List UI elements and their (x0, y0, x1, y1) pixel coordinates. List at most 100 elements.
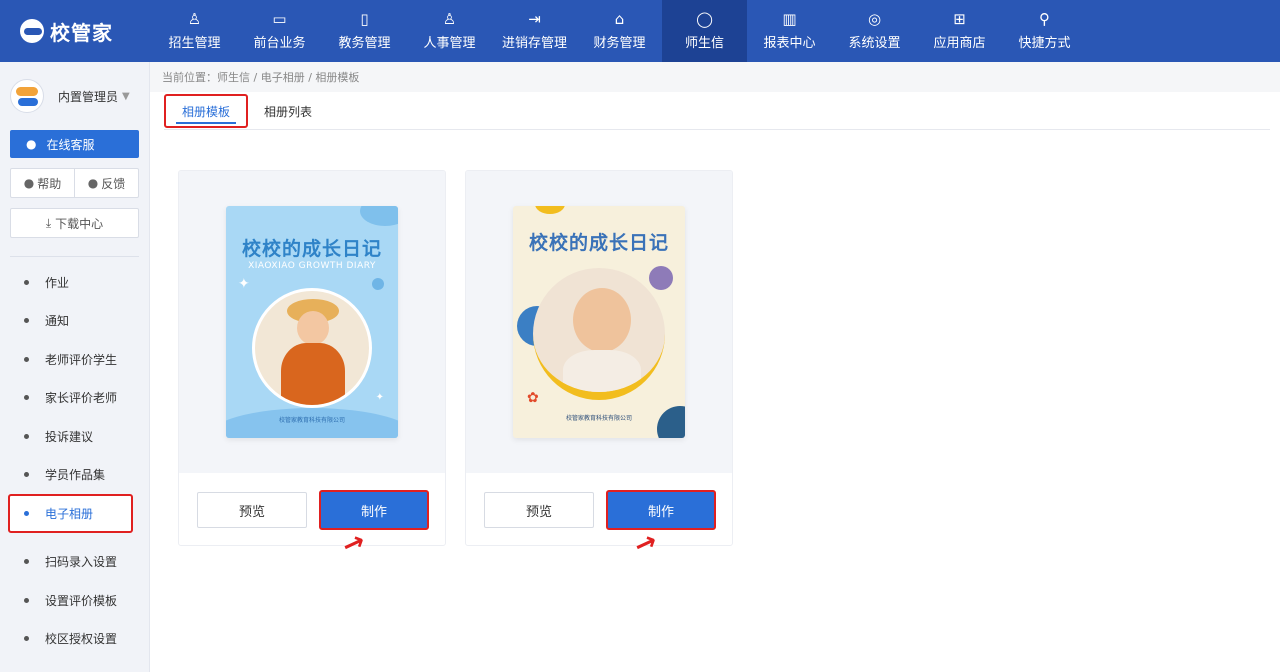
bullet-icon (24, 318, 29, 324)
nav-app-store[interactable]: ⊞ 应用商店 (917, 0, 1002, 62)
sidebar-item-label: 作业 (45, 275, 70, 290)
help-feedback-row: ● 帮助 ● 反馈 (10, 168, 139, 198)
nav-admissions[interactable]: ♙ 招生管理 (152, 0, 237, 62)
tab-album-templates[interactable]: 相册模板 (164, 94, 249, 128)
sidebar-item-teacher-review[interactable]: 老师评价学生 (0, 340, 149, 379)
nav-label: 快捷方式 (1018, 36, 1071, 51)
template-cover[interactable]: 校校的成长日记 XIAOXIAO GROWTH DIARY ✦ ✦ 校管家教育科… (226, 206, 398, 438)
template-card: 校校的成长日记 ✿ 校管家教育科技有限公司 预览 制作 (465, 170, 733, 546)
nav-hr[interactable]: ♙ 人事管理 (407, 0, 492, 62)
preview-button[interactable]: 预览 (197, 492, 307, 528)
nav-inventory[interactable]: ⇥ 进销存管理 (492, 0, 577, 62)
chat-icon: ● (26, 137, 37, 151)
sidebar-item-label: 家长评价老师 (45, 391, 118, 406)
sidebar-item-complaints[interactable]: 投诉建议 (0, 417, 149, 456)
dot-decoration (372, 278, 384, 290)
user-profile[interactable]: 内置管理员 ▼ (0, 62, 149, 130)
nav-label: 应用商店 (933, 36, 986, 51)
sidebar-item-label: 学员作品集 (45, 468, 106, 483)
feedback-icon: ● (87, 176, 99, 190)
feedback-label: 反馈 (101, 176, 126, 191)
face-shape (297, 311, 329, 345)
book-icon: ▯ (360, 10, 369, 28)
sidebar-item-notice[interactable]: 通知 (0, 302, 149, 341)
nav-academics[interactable]: ▯ 教务管理 (322, 0, 407, 62)
main-content: 当前位置：师生信 / 电子相册 / 相册模板 相册模板 相册列表 校校的成长日记… (150, 62, 1280, 672)
chat-bubble-icon: ◯ (696, 10, 713, 28)
sidebar-item-label: 校区授权设置 (45, 632, 118, 647)
money-house-icon: ⌂ (614, 10, 625, 28)
child-photo (533, 268, 665, 400)
nav-front-desk[interactable]: ▭ 前台业务 (237, 0, 322, 62)
download-icon: ⤓ (45, 215, 52, 230)
tab-album-list[interactable]: 相册列表 (248, 92, 328, 130)
help-button[interactable]: ● 帮助 (11, 169, 74, 197)
sidebar-item-label: 设置评价模板 (45, 593, 118, 608)
feedback-button[interactable]: ● 反馈 (74, 169, 138, 197)
template-preview-area: 校校的成长日记 XIAOXIAO GROWTH DIARY ✦ ✦ 校管家教育科… (179, 171, 445, 473)
sidebar-item-label: 电子相册 (45, 506, 94, 521)
avatar (10, 79, 44, 113)
inbox-arrow-icon: ⇥ (528, 10, 541, 28)
template-title: 校校的成长日记 (241, 238, 382, 260)
sidebar-item-label: 通知 (45, 314, 70, 329)
make-button[interactable]: 制作 (606, 490, 716, 530)
nav-label: 招生管理 (168, 36, 221, 51)
nav-messages[interactable]: ◯ 师生信 (662, 0, 747, 62)
nav-settings[interactable]: ◎ 系统设置 (832, 0, 917, 62)
sidebar-item-homework[interactable]: 作业 (0, 263, 149, 302)
nav-shortcuts[interactable]: ⚲ 快捷方式 (1002, 0, 1087, 62)
preview-button[interactable]: 预览 (484, 492, 594, 528)
template-actions: 预览 制作 (466, 473, 732, 545)
online-service-button[interactable]: ● 在线客服 (10, 130, 139, 158)
template-actions: 预览 制作 (179, 473, 445, 545)
bullet-icon (24, 433, 29, 439)
caret-down-icon[interactable]: ▼ (122, 91, 130, 102)
template-preview-area: 校校的成长日记 ✿ 校管家教育科技有限公司 (466, 171, 732, 473)
bullet-icon (24, 510, 29, 516)
download-center-button[interactable]: ⤓ 下载中心 (10, 208, 139, 238)
user-add-icon: ♙ (187, 10, 202, 28)
bullet-icon (24, 636, 29, 642)
nav-label: 师生信 (684, 36, 724, 51)
navy-decoration (657, 406, 685, 438)
sidebar-item-review-template[interactable]: 设置评价模板 (0, 581, 149, 620)
template-footer: 校管家教育科技有限公司 (565, 415, 632, 422)
sidebar-item-scan-settings[interactable]: 扫码录入设置 (0, 543, 149, 582)
sidebar-divider (10, 256, 139, 257)
sidebar-item-parent-review[interactable]: 家长评价老师 (0, 379, 149, 418)
sidebar-item-label: 老师评价学生 (45, 352, 118, 367)
make-button[interactable]: 制作 (319, 490, 429, 530)
nav-label: 进销存管理 (501, 36, 567, 51)
sparkle-icon: ✦ (375, 392, 384, 403)
sidebar-item-photo-album[interactable]: 电子相册 (8, 494, 133, 533)
template-cover[interactable]: 校校的成长日记 ✿ 校管家教育科技有限公司 (513, 206, 685, 438)
template-footer: 校管家教育科技有限公司 (278, 417, 345, 424)
online-service-label: 在线客服 (46, 137, 95, 152)
bullet-icon (24, 279, 29, 285)
report-chart-icon: ▥ (782, 10, 797, 28)
sidebar-item-portfolio[interactable]: 学员作品集 (0, 456, 149, 495)
sidebar-menu: 作业 通知 老师评价学生 家长评价老师 投诉建议 学员作品集 电子相册 扫码录入… (0, 263, 149, 658)
help-label: 帮助 (37, 176, 62, 191)
body-shape (563, 350, 641, 392)
nav-finance[interactable]: ⌂ 财务管理 (577, 0, 662, 62)
logo-icon (20, 19, 44, 43)
app-logo[interactable]: 校管家 (0, 0, 152, 62)
tab-bar: 相册模板 相册列表 (164, 92, 1270, 130)
sparkle-icon: ✦ (238, 276, 250, 292)
nav-label: 教务管理 (338, 36, 391, 51)
link-icon: ⚲ (1039, 10, 1050, 28)
bullet-icon (24, 472, 29, 478)
monitor-icon: ▭ (272, 10, 287, 28)
question-icon: ● (23, 176, 35, 190)
cloud-decoration (360, 206, 398, 226)
bullet-icon (24, 395, 29, 401)
template-title: 校校的成长日记 (528, 232, 669, 254)
logo-text: 校管家 (50, 20, 113, 45)
child-photo (252, 288, 372, 408)
sidebar-item-campus-auth[interactable]: 校区授权设置 (0, 620, 149, 659)
nav-reports[interactable]: ▥ 报表中心 (747, 0, 832, 62)
user-name: 内置管理员 (58, 89, 119, 104)
breadcrumb: 当前位置：师生信 / 电子相册 / 相册模板 (150, 62, 1280, 92)
